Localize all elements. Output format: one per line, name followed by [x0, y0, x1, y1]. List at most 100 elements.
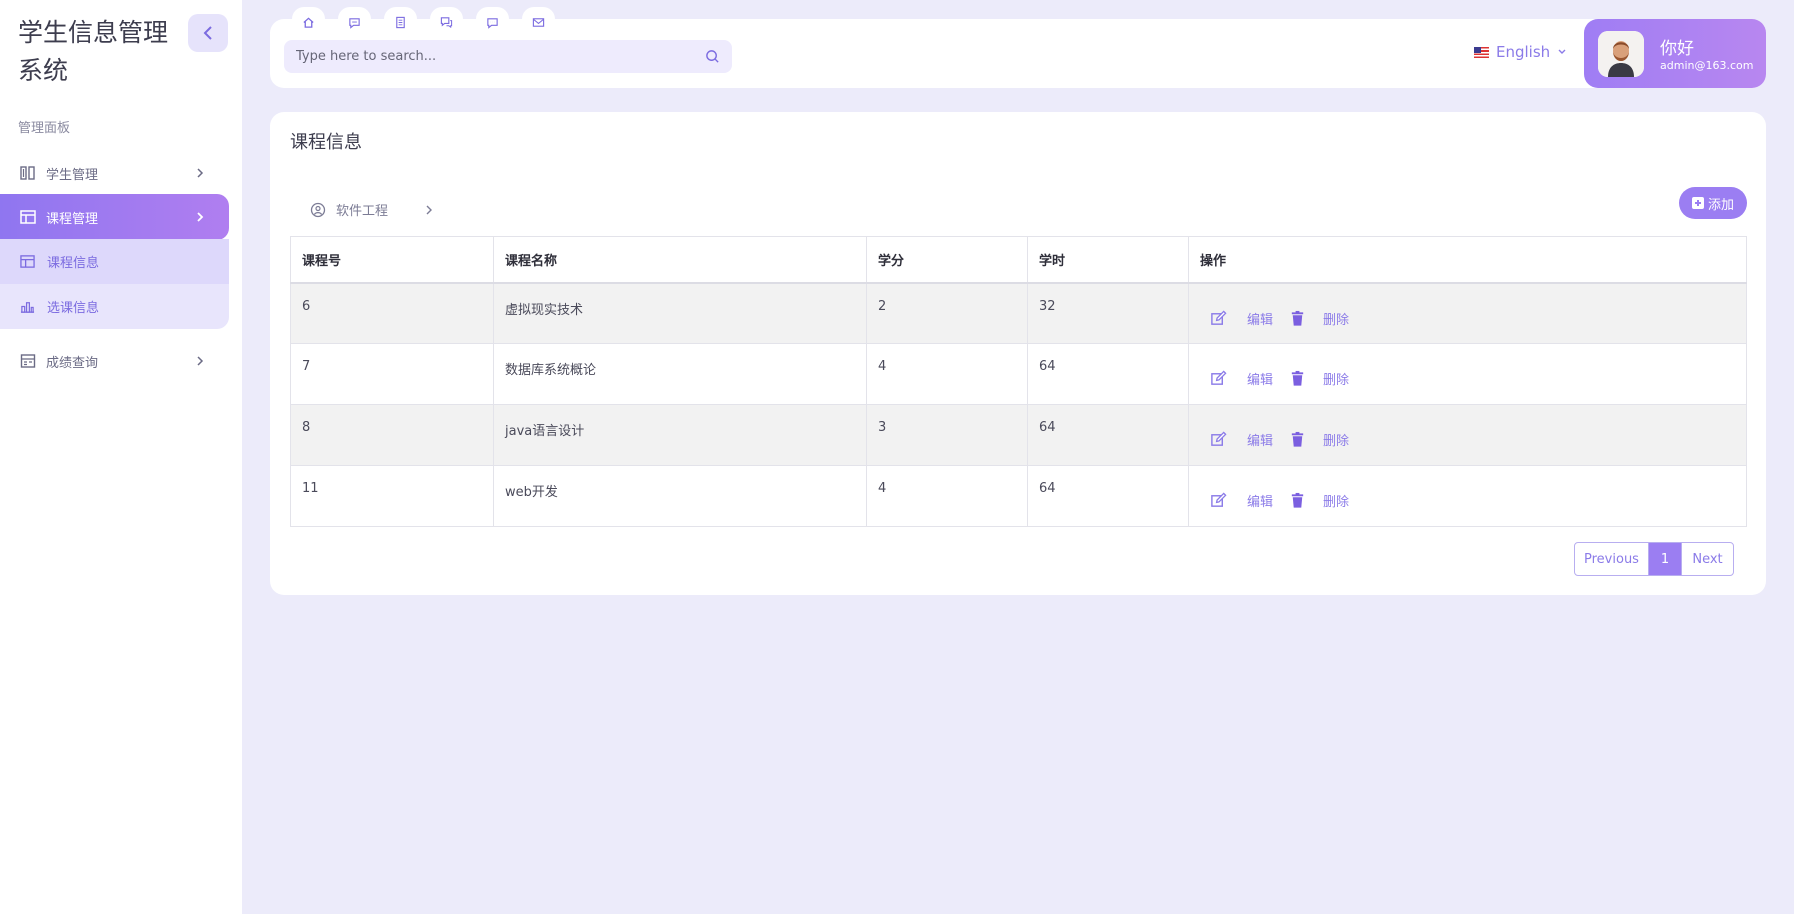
column-header: 课程名称	[493, 236, 867, 284]
breadcrumb-label: 软件工程	[336, 204, 389, 219]
user-profile[interactable]: 你好 admin@163.com	[1584, 19, 1766, 88]
chat-tab[interactable]	[430, 7, 463, 37]
cell-name: 虚拟现实技术	[493, 282, 867, 344]
submenu-item-course-info[interactable]: 课程信息	[0, 239, 229, 284]
chevron-right-icon	[195, 353, 205, 369]
table-header-row: 课程号 课程名称 学分 学时 操作	[290, 236, 1747, 284]
delete-button[interactable]: 删除	[1323, 369, 1349, 388]
add-button[interactable]: 添加	[1679, 187, 1747, 219]
avatar	[1598, 31, 1644, 77]
trash-icon[interactable]	[1289, 431, 1306, 448]
calendar-icon	[20, 353, 36, 369]
search-box	[284, 40, 732, 73]
cell-id: 6	[290, 282, 494, 344]
trash-icon[interactable]	[1289, 310, 1306, 327]
cell-hours: 64	[1027, 404, 1189, 466]
edit-button[interactable]: 编辑	[1247, 491, 1273, 510]
cell-credit: 4	[866, 343, 1028, 405]
breadcrumb[interactable]: 软件工程	[310, 200, 434, 219]
table-icon	[20, 254, 35, 269]
edit-icon[interactable]	[1210, 309, 1227, 327]
cell-credit: 3	[866, 404, 1028, 466]
cell-id: 7	[290, 343, 494, 405]
home-tab[interactable]	[292, 7, 325, 37]
column-header: 学分	[866, 236, 1028, 284]
sidebar-item-grades[interactable]: 成绩查询	[0, 338, 229, 384]
section-label: 管理面板	[18, 121, 71, 136]
sidebar-item-label: 学生管理	[46, 167, 99, 183]
trash-icon[interactable]	[1289, 370, 1306, 387]
chevron-down-icon	[1558, 49, 1566, 54]
page-title: 课程信息	[290, 132, 362, 153]
column-header: 学时	[1027, 236, 1189, 284]
columns-icon	[20, 165, 36, 181]
chevron-right-icon	[424, 203, 434, 217]
delete-button[interactable]: 删除	[1323, 430, 1349, 449]
user-greeting: 你好	[1660, 39, 1694, 59]
chevron-right-icon	[195, 165, 205, 181]
sidebar: 学生信息管理系统 管理面板 学生管理 课程管理 课程信息 选课信息 成绩查询	[0, 0, 242, 914]
chart-icon	[20, 299, 35, 314]
cell-hours: 64	[1027, 343, 1189, 405]
table-row: 7 数据库系统概论 4 64 编辑 删除	[290, 343, 1747, 405]
chevron-left-icon	[203, 26, 212, 40]
mail-icon	[532, 17, 545, 27]
submenu-item-label: 选课信息	[47, 301, 100, 316]
submenu-item-course-selection[interactable]: 选课信息	[0, 284, 229, 329]
app-title: 学生信息管理系统	[18, 18, 169, 85]
row-actions: 编辑 删除	[1200, 299, 1735, 328]
sidebar-item-courses[interactable]: 课程管理	[0, 194, 229, 240]
previous-page-button[interactable]: Previous	[1575, 543, 1649, 575]
add-button-label: 添加	[1707, 197, 1734, 213]
comment-icon	[487, 17, 498, 29]
search-icon[interactable]	[705, 49, 720, 64]
chevron-right-icon	[195, 209, 205, 225]
page-number-button[interactable]: 1	[1649, 543, 1681, 575]
user-email: admin@163.com	[1660, 59, 1754, 72]
column-header: 操作	[1188, 236, 1747, 284]
table-row: 11 web开发 4 64 编辑 删除	[290, 465, 1747, 527]
edit-button[interactable]: 编辑	[1247, 430, 1273, 449]
sidebar-item-label: 成绩查询	[46, 355, 99, 371]
edit-button[interactable]: 编辑	[1247, 309, 1273, 328]
edit-icon[interactable]	[1210, 492, 1227, 509]
cell-actions: 编辑 删除	[1188, 343, 1747, 405]
trash-icon[interactable]	[1289, 492, 1306, 509]
document-tab[interactable]	[384, 7, 417, 37]
course-table: 课程号 课程名称 学分 学时 操作 6 虚拟现实技术 2 32 编辑 删除 7 数据库系统概论…	[290, 236, 1747, 527]
delete-button[interactable]: 删除	[1323, 491, 1349, 510]
edit-icon[interactable]	[1210, 431, 1227, 448]
cell-name: 数据库系统概论	[493, 343, 867, 405]
document-icon	[396, 16, 405, 28]
table-icon	[20, 209, 36, 225]
mail-tab[interactable]	[522, 7, 555, 37]
row-actions: 编辑 删除	[1200, 359, 1735, 388]
sidebar-item-students[interactable]: 学生管理	[0, 150, 229, 196]
sidebar-collapse-button[interactable]	[188, 14, 228, 52]
plus-icon	[1691, 197, 1704, 209]
search-input[interactable]	[296, 40, 696, 73]
submenu-item-label: 课程信息	[47, 256, 100, 271]
edit-icon[interactable]	[1210, 370, 1227, 387]
table-row: 6 虚拟现实技术 2 32 编辑 删除	[290, 282, 1747, 344]
cell-actions: 编辑 删除	[1188, 282, 1747, 344]
sidebar-item-label: 课程管理	[46, 211, 99, 227]
cell-hours: 64	[1027, 465, 1189, 527]
cell-hours: 32	[1027, 282, 1189, 344]
edit-button[interactable]: 编辑	[1247, 369, 1273, 388]
comment-tab[interactable]	[476, 7, 509, 37]
us-flag-icon	[1474, 46, 1489, 58]
cell-id: 11	[290, 465, 494, 527]
next-page-button[interactable]: Next	[1681, 543, 1733, 575]
cell-actions: 编辑 删除	[1188, 465, 1747, 527]
column-header: 课程号	[290, 236, 494, 284]
cell-name: web开发	[493, 465, 867, 527]
chat-icon	[440, 16, 453, 28]
message-tab[interactable]	[338, 7, 371, 37]
language-selector[interactable]: English	[1474, 43, 1567, 61]
pagination: Previous 1 Next	[1574, 542, 1734, 576]
courses-submenu: 课程信息 选课信息	[0, 239, 229, 329]
location-pin-icon	[310, 202, 326, 218]
row-actions: 编辑 删除	[1200, 420, 1735, 449]
delete-button[interactable]: 删除	[1323, 309, 1349, 328]
